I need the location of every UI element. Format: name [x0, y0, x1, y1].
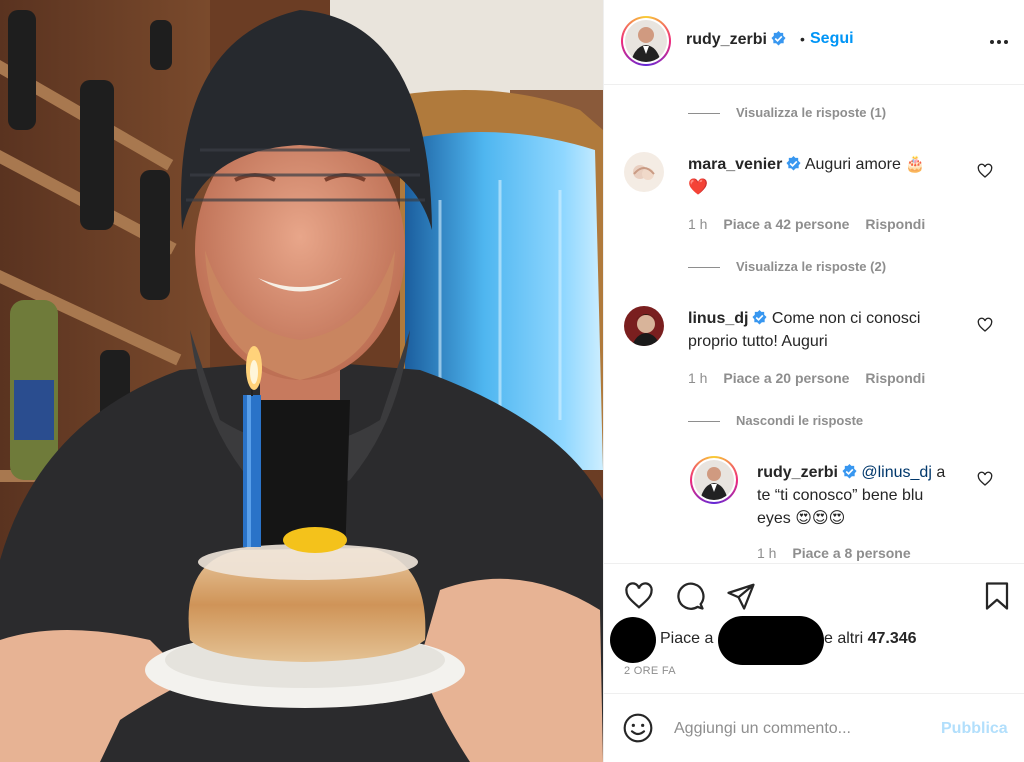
smiley-icon[interactable] [622, 712, 654, 744]
liked-by-prefix: Piace a [660, 630, 714, 647]
reply-button[interactable]: Rispondi [865, 216, 925, 232]
comments-list[interactable]: Visualizza le risposte (1) mara_venier A… [604, 86, 1024, 563]
view-replies-toggle[interactable]: Visualizza le risposte (1) [688, 105, 886, 120]
post-photo[interactable] [0, 0, 603, 762]
reply-username[interactable]: rudy_zerbi [757, 464, 838, 481]
comment-time: 1 h [688, 370, 708, 386]
comment-meta: 1 h Piace a 42 persone Rispondi [688, 216, 937, 232]
comment-input[interactable] [674, 714, 934, 744]
post-time[interactable]: 2 ORE FA [624, 665, 676, 677]
post-image [0, 0, 603, 762]
comment-like-heart-icon[interactable] [977, 163, 993, 179]
comment-likes[interactable]: Piace a 42 persone [723, 216, 849, 232]
reply-author-avatar[interactable] [690, 456, 738, 504]
post-sidebar: rudy_zerbi • Segui Visualizza le rispost… [603, 0, 1024, 762]
comment-username[interactable]: mara_venier [688, 156, 782, 173]
comment-meta: 1 h Piace a 20 persone Rispondi [688, 370, 937, 386]
comment-bubble-icon[interactable] [675, 581, 705, 611]
paper-plane-icon[interactable] [726, 581, 756, 611]
view-replies-toggle[interactable]: Visualizza le risposte (2) [688, 259, 886, 274]
more-options-icon[interactable] [988, 32, 1010, 52]
comment-username[interactable]: linus_dj [688, 310, 748, 327]
separator-dot: • [800, 31, 805, 47]
commenter-avatar[interactable] [624, 152, 664, 192]
reply-body: rudy_zerbi @linus_dj a te “ti conosco” b… [757, 461, 967, 530]
comment-body: linus_dj Come non ci conosci proprio tut… [688, 307, 978, 353]
commenter-photo [624, 306, 664, 346]
author-avatar[interactable] [621, 16, 671, 66]
follow-button[interactable]: Segui [810, 30, 854, 48]
comment-like-heart-icon[interactable] [977, 317, 993, 333]
like-count[interactable]: 47.346 [868, 630, 917, 647]
reply-text-line2: te “ti conosco” bene blu [757, 487, 924, 504]
author-photo [625, 20, 667, 62]
reply-text-line3: eyes 😍😍😍 [757, 510, 846, 527]
liker-name-censored[interactable] [718, 616, 824, 665]
verified-badge-icon [752, 310, 767, 325]
reply-text: a [936, 464, 946, 481]
comment-text-line2: proprio tutto! Auguri [688, 333, 828, 350]
divider-line [688, 113, 720, 115]
comment-time: 1 h [688, 216, 708, 232]
post-header: rudy_zerbi • Segui [604, 0, 1024, 85]
commenter-avatar[interactable] [624, 306, 664, 346]
view-replies-label[interactable]: Visualizza le risposte (2) [736, 259, 886, 274]
reply-time: 1 h [757, 545, 777, 561]
liker-avatar-censored[interactable] [610, 617, 656, 663]
reply-button[interactable]: Rispondi [865, 370, 925, 386]
hide-replies-label[interactable]: Nascondi le risposte [736, 413, 863, 428]
verified-badge-icon [842, 464, 857, 479]
commenter-photo [624, 152, 664, 192]
publish-button[interactable]: Pubblica [941, 720, 1008, 738]
comment-body: mara_venier Auguri amore 🎂 ❤️ [688, 153, 978, 199]
bookmark-icon[interactable] [982, 581, 1012, 611]
post-actions: Piace a e altri 47.346 2 ORE FA [604, 563, 1024, 688]
heart-icon[interactable] [624, 581, 654, 611]
verified-badge-icon [771, 31, 786, 46]
comment-text: Auguri amore 🎂 [804, 156, 926, 173]
comment-text: Come non ci conosci [771, 310, 921, 327]
author-username-text[interactable]: rudy_zerbi [686, 31, 767, 48]
comment-text-line2: ❤️ [688, 179, 708, 196]
divider-line [688, 267, 720, 269]
verified-badge-icon [786, 156, 801, 171]
reply-likes[interactable]: Piace a 8 persone [792, 545, 910, 561]
reply-meta: 1 h Piace a 8 persone [757, 545, 923, 561]
comment-like-heart-icon[interactable] [977, 471, 993, 487]
add-comment-bar: Pubblica [604, 693, 1024, 762]
mention-link[interactable]: @linus_dj [861, 464, 932, 481]
hide-replies-toggle[interactable]: Nascondi le risposte [688, 413, 863, 428]
view-replies-label[interactable]: Visualizza le risposte (1) [736, 105, 886, 120]
liked-by-others[interactable]: e altri 47.346 [824, 630, 917, 648]
liked-by-others-label: e altri [824, 630, 864, 647]
divider-line [688, 421, 720, 423]
comment-likes[interactable]: Piace a 20 persone [723, 370, 849, 386]
reply-author-photo [694, 460, 734, 500]
author-username[interactable]: rudy_zerbi [686, 31, 786, 49]
